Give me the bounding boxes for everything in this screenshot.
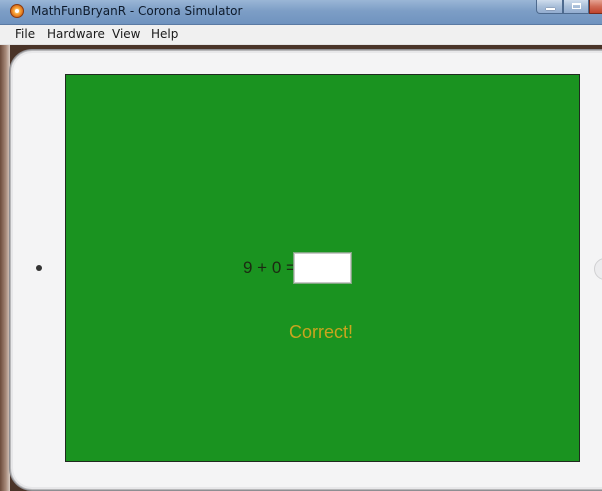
menu-file[interactable]: File <box>15 27 35 41</box>
menu-bar: File Hardware View Help <box>0 25 602 45</box>
menu-help[interactable]: Help <box>151 27 178 41</box>
maximize-button[interactable] <box>563 0 589 14</box>
maximize-icon <box>572 3 581 9</box>
camera-dot <box>36 265 42 271</box>
feedback-text: Correct! <box>289 322 354 342</box>
minimize-icon <box>546 8 555 10</box>
minimize-button[interactable] <box>536 0 563 14</box>
window-title: MathFunBryanR - Corona Simulator <box>31 4 243 18</box>
close-button[interactable] <box>589 0 602 14</box>
title-bar[interactable]: MathFunBryanR - Corona Simulator <box>0 0 602 25</box>
answer-input[interactable] <box>293 252 352 284</box>
math-equation: 9 + 0 = <box>243 258 296 277</box>
menu-hardware[interactable]: Hardware <box>47 27 105 41</box>
corona-app-icon <box>10 4 24 18</box>
simulator-window: MathFunBryanR - Corona Simulator File Ha… <box>0 0 602 491</box>
menu-view[interactable]: View <box>112 27 140 41</box>
desktop-background <box>0 45 10 491</box>
